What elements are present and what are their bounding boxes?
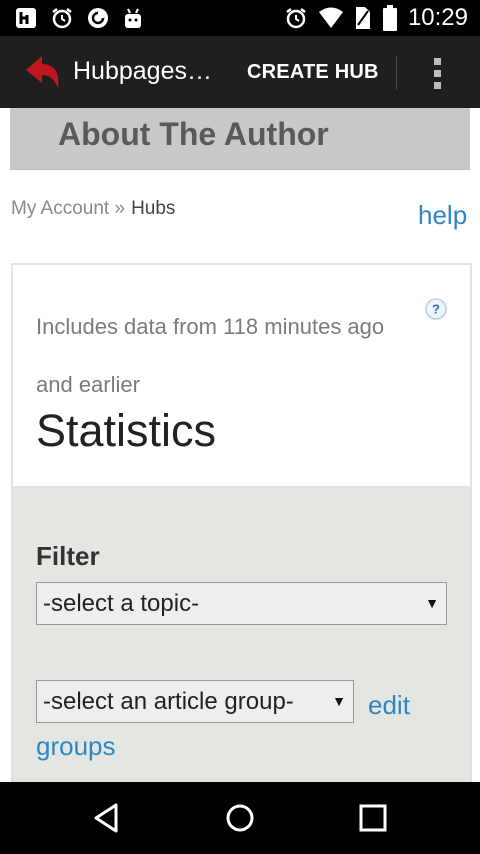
create-hub-button[interactable]: CREATE HUB [247, 61, 379, 84]
filter-label: Filter [36, 541, 100, 571]
hubpages-notification-icon [16, 8, 36, 28]
android-icon [125, 8, 141, 28]
edit-groups-container: edit groups [36, 685, 436, 767]
statistics-card: Includes data from 118 minutes ago and e… [11, 263, 472, 488]
breadcrumb-my-account[interactable]: My Account » [11, 198, 125, 219]
filter-panel: Filter -select a topic- ▼ -select an art… [11, 488, 472, 782]
hubpages-logo-icon[interactable] [22, 50, 66, 94]
recent-apps-icon[interactable] [355, 800, 391, 836]
data-freshness-text: Includes data from 118 minutes ago and e… [36, 314, 385, 397]
navigation-bar [0, 782, 480, 854]
help-link[interactable]: help [418, 200, 467, 231]
back-icon[interactable] [89, 800, 125, 836]
wifi-icon [318, 7, 343, 28]
battery-icon [382, 5, 397, 31]
no-sim-icon [355, 7, 370, 29]
overflow-menu-icon[interactable] [428, 56, 448, 92]
status-bar: 10:29 [0, 0, 480, 36]
topic-select-value: -select a topic- [43, 590, 200, 617]
question-help-icon[interactable]: ? [425, 298, 447, 320]
sync-icon [88, 8, 108, 28]
question-help-symbol: ? [432, 302, 440, 317]
alarm-icon [286, 8, 306, 29]
about-author-text: About The Author [58, 116, 329, 152]
alarm-icon [52, 8, 72, 29]
breadcrumb-current: Hubs [131, 198, 176, 219]
home-icon[interactable] [222, 800, 258, 836]
app-title: Hubpages… [73, 57, 212, 85]
about-author-banner[interactable]: About The Author [10, 108, 470, 170]
dropdown-arrow-icon: ▼ [425, 595, 439, 611]
app-bar: Hubpages… CREATE HUB [0, 36, 480, 108]
edit-groups-link[interactable]: edit groups [36, 690, 410, 761]
topic-select[interactable]: -select a topic- ▼ [36, 582, 447, 625]
breadcrumb: My Account » Hubs [11, 198, 175, 220]
clock: 10:29 [407, 4, 468, 31]
web-content: About The Author My Account » Hubs help I… [0, 108, 480, 782]
statistics-heading: Statistics [36, 405, 217, 456]
app-bar-divider [396, 56, 397, 90]
